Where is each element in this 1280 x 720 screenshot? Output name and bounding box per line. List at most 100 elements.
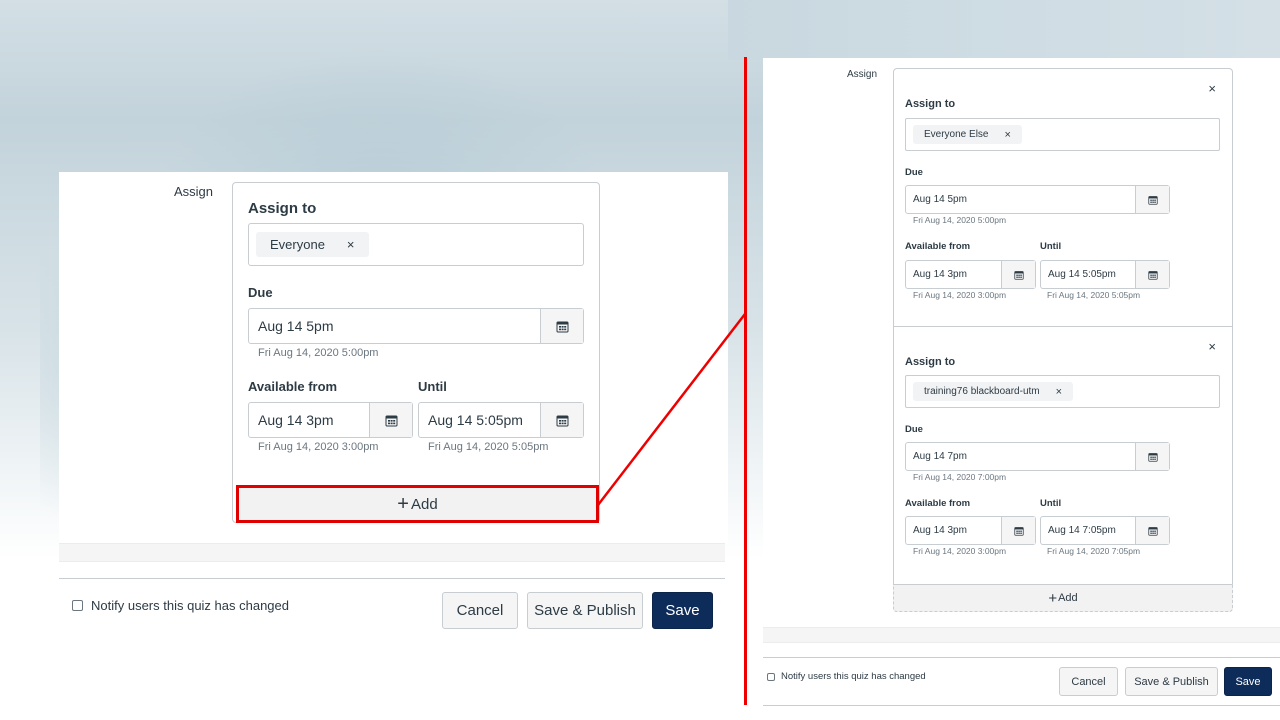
plus-icon: +	[397, 492, 409, 515]
due-date-value[interactable]: Aug 14 5pm	[249, 309, 540, 343]
available-from-hint: Fri Aug 14, 2020 3:00pm	[913, 546, 1007, 556]
until-calendar-button[interactable]	[540, 403, 583, 437]
due-calendar-button[interactable]	[1135, 186, 1169, 213]
cancel-button[interactable]: Cancel	[442, 592, 518, 629]
assign-to-input[interactable]: Everyone Else ×	[905, 118, 1220, 151]
assign-to-label: Assign to	[905, 356, 956, 368]
save-button[interactable]: Save	[652, 592, 713, 629]
assignee-chip: Everyone ×	[256, 232, 369, 257]
until-field[interactable]: Aug 14 7:05pm	[1040, 516, 1170, 545]
remove-assignee-icon[interactable]: ×	[1056, 386, 1062, 398]
due-label: Due	[905, 167, 923, 178]
available-from-value[interactable]: Aug 14 3pm	[906, 517, 1001, 544]
available-from-calendar-button[interactable]	[1001, 517, 1035, 544]
section-divider-stripe	[763, 627, 1280, 643]
until-label: Until	[1040, 241, 1062, 252]
until-label: Until	[418, 379, 447, 394]
available-from-field[interactable]: Aug 14 3pm	[905, 260, 1036, 289]
remove-section-icon[interactable]: ×	[1208, 81, 1216, 96]
save-button[interactable]: Save	[1224, 667, 1272, 696]
footer-rule	[59, 578, 725, 579]
callout-divider-line	[744, 57, 747, 705]
calendar-icon	[1013, 270, 1024, 280]
due-date-value[interactable]: Aug 14 7pm	[906, 443, 1135, 470]
available-from-label: Available from	[905, 498, 971, 509]
available-from-hint: Fri Aug 14, 2020 3:00pm	[258, 441, 379, 453]
add-button-label: Add	[1058, 592, 1078, 604]
due-date-field[interactable]: Aug 14 5pm	[248, 308, 584, 344]
notify-users-option[interactable]: Notify users this quiz has changed	[72, 598, 289, 613]
assign-to-input[interactable]: Everyone ×	[248, 223, 584, 266]
notify-users-checkbox[interactable]	[767, 672, 775, 681]
available-from-calendar-button[interactable]	[369, 403, 412, 437]
due-calendar-button[interactable]	[540, 309, 583, 343]
assign-card: Assign to Everyone × Due Aug 14 5pm Fri …	[232, 182, 600, 523]
until-calendar-button[interactable]	[1135, 261, 1169, 288]
assign-card: × Assign to Everyone Else × Due Aug 14 5…	[893, 68, 1233, 612]
assignee-chip: Everyone Else ×	[913, 125, 1022, 144]
calendar-icon	[1013, 526, 1024, 536]
until-calendar-button[interactable]	[1135, 517, 1169, 544]
due-calendar-button[interactable]	[1135, 443, 1169, 470]
assign-to-label: Assign to	[248, 200, 317, 217]
available-from-label: Available from	[905, 241, 971, 252]
calendar-icon	[1147, 452, 1158, 462]
assign-to-label: Assign to	[905, 98, 956, 110]
remove-assignee-icon[interactable]: ×	[347, 237, 355, 252]
due-date-field[interactable]: Aug 14 5pm	[905, 185, 1170, 214]
until-value[interactable]: Aug 14 5:05pm	[419, 403, 540, 437]
available-from-field[interactable]: Aug 14 3pm	[905, 516, 1036, 545]
add-button-label: Add	[410, 495, 438, 513]
background-band	[728, 0, 1280, 60]
assignee-chip-label: Everyone	[270, 237, 325, 252]
until-field[interactable]: Aug 14 5:05pm	[1040, 260, 1170, 289]
assignee-chip-label: training76 blackboard-utm	[924, 386, 1040, 397]
left-screenshot-lower	[59, 544, 725, 720]
due-date-hint: Fri Aug 14, 2020 5:00pm	[258, 347, 379, 359]
section-divider-stripe	[59, 543, 725, 562]
due-date-value[interactable]: Aug 14 5pm	[906, 186, 1135, 213]
due-date-hint: Fri Aug 14, 2020 7:00pm	[913, 472, 1007, 482]
available-from-value[interactable]: Aug 14 3pm	[906, 261, 1001, 288]
available-from-calendar-button[interactable]	[1001, 261, 1035, 288]
until-field[interactable]: Aug 14 5:05pm	[418, 402, 584, 438]
remove-assignee-icon[interactable]: ×	[1004, 129, 1010, 141]
until-hint: Fri Aug 14, 2020 5:05pm	[428, 441, 549, 453]
calendar-icon	[385, 414, 398, 427]
notify-users-option[interactable]: Notify users this quiz has changed	[767, 671, 926, 682]
notify-users-label: Notify users this quiz has changed	[91, 598, 289, 613]
due-date-hint: Fri Aug 14, 2020 5:00pm	[913, 215, 1007, 225]
save-and-publish-button[interactable]: Save & Publish	[527, 592, 643, 629]
footer-rule	[763, 657, 1280, 658]
calendar-icon	[1147, 270, 1158, 280]
section-divider	[894, 326, 1232, 327]
available-from-value[interactable]: Aug 14 3pm	[249, 403, 369, 437]
plus-icon: +	[1048, 589, 1058, 607]
until-hint: Fri Aug 14, 2020 5:05pm	[1047, 290, 1141, 300]
due-date-field[interactable]: Aug 14 7pm	[905, 442, 1170, 471]
assign-label: Assign	[174, 184, 214, 199]
until-value[interactable]: Aug 14 7:05pm	[1041, 517, 1135, 544]
calendar-icon	[1147, 195, 1158, 205]
cancel-button[interactable]: Cancel	[1059, 667, 1118, 696]
footer-bottom-rule	[763, 705, 1280, 706]
available-from-label: Available from	[248, 379, 338, 394]
assignee-chip: training76 blackboard-utm ×	[913, 382, 1074, 401]
until-value[interactable]: Aug 14 5:05pm	[1041, 261, 1135, 288]
calendar-icon	[556, 320, 569, 333]
save-and-publish-button[interactable]: Save & Publish	[1125, 667, 1218, 696]
calendar-icon	[1147, 526, 1158, 536]
add-assignment-button[interactable]: + Add	[893, 584, 1233, 612]
remove-section-icon[interactable]: ×	[1208, 339, 1216, 354]
add-assignment-button[interactable]: + Add	[236, 485, 599, 523]
due-label: Due	[905, 424, 923, 435]
notify-users-checkbox[interactable]	[72, 600, 83, 611]
assign-to-input[interactable]: training76 blackboard-utm ×	[905, 375, 1220, 408]
available-from-field[interactable]: Aug 14 3pm	[248, 402, 413, 438]
until-hint: Fri Aug 14, 2020 7:05pm	[1047, 546, 1141, 556]
assign-label: Assign	[847, 69, 878, 80]
until-label: Until	[1040, 498, 1062, 509]
notify-users-label: Notify users this quiz has changed	[781, 671, 926, 682]
calendar-icon	[556, 414, 569, 427]
available-from-hint: Fri Aug 14, 2020 3:00pm	[913, 290, 1007, 300]
